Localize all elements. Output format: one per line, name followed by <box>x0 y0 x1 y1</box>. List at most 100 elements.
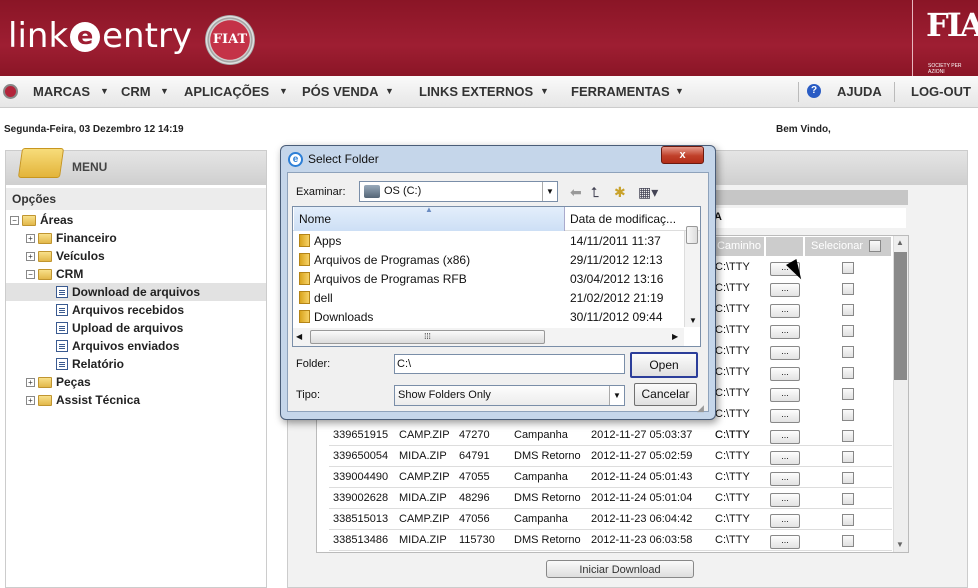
view-menu-icon[interactable]: ▦▾ <box>638 184 658 201</box>
folder-name: Apps <box>314 234 342 248</box>
new-folder-icon[interactable]: ✱ <box>614 184 626 201</box>
row-select-checkbox[interactable] <box>842 367 854 379</box>
row-select-checkbox[interactable] <box>842 409 854 421</box>
browse-path-button[interactable]: ... <box>770 535 800 549</box>
resize-grip-icon[interactable]: ◢ <box>697 403 704 414</box>
scroll-down-icon[interactable]: ▼ <box>689 316 697 325</box>
close-button[interactable]: x <box>661 146 704 164</box>
scroll-up-icon[interactable]: ▲ <box>896 238 904 247</box>
nav-pos-venda[interactable]: PÓS VENDA <box>302 84 379 99</box>
folder-name: Arquivos de Programas (x86) <box>314 253 471 267</box>
row-select-checkbox[interactable] <box>842 472 854 484</box>
cell-caminho: C:\TTY <box>715 492 750 504</box>
row-select-checkbox[interactable] <box>842 535 854 547</box>
row-select-checkbox[interactable] <box>842 304 854 316</box>
expand-icon[interactable]: + <box>26 395 35 405</box>
tree-item-financeiro[interactable]: + Financeiro <box>6 229 266 247</box>
link-e-entry-logo: link e entry <box>8 16 192 56</box>
look-in-dropdown[interactable]: OS (C:) ▼ <box>359 181 558 202</box>
nav-marcas[interactable]: MARCAS <box>33 84 90 99</box>
document-icon <box>56 304 68 316</box>
nav-aplicacoes[interactable]: APLICAÇÕES <box>184 84 269 99</box>
row-select-checkbox[interactable] <box>842 430 854 442</box>
expand-icon[interactable]: + <box>26 251 35 261</box>
collapse-icon[interactable]: − <box>10 215 19 225</box>
row-select-checkbox[interactable] <box>842 346 854 358</box>
scroll-right-icon[interactable]: ▶ <box>672 332 678 341</box>
folder-list-hscroll-thumb[interactable]: ⁞⁞⁞ <box>310 330 545 344</box>
open-button[interactable]: Open <box>630 352 698 378</box>
nav-links-externos[interactable]: LINKS EXTERNOS <box>419 84 533 99</box>
scroll-down-icon[interactable]: ▼ <box>896 540 904 549</box>
folder-list-scrollbar[interactable] <box>684 231 700 327</box>
chevron-down-icon[interactable]: ▼ <box>540 86 549 96</box>
cell-caminho: C:\TTY <box>715 534 750 546</box>
row-select-checkbox[interactable] <box>842 283 854 295</box>
chevron-down-icon[interactable]: ▼ <box>279 86 288 96</box>
tree-item-assist-tecnica[interactable]: + Assist Técnica <box>6 391 266 409</box>
folder-list-scroll-thumb[interactable] <box>686 226 698 244</box>
tree-item-pecas[interactable]: + Peças <box>6 373 266 391</box>
row-select-checkbox[interactable] <box>842 325 854 337</box>
cell-date: 2012-11-23 06:03:58 <box>591 534 693 546</box>
browse-path-button[interactable]: ... <box>770 388 800 402</box>
expand-icon[interactable]: + <box>26 377 35 387</box>
browse-path-button[interactable]: ... <box>770 493 800 507</box>
chevron-down-icon[interactable]: ▼ <box>100 86 109 96</box>
collapse-icon[interactable]: − <box>26 269 35 279</box>
scroll-left-icon[interactable]: ◀ <box>296 332 302 341</box>
folder-date: 14/11/2011 11:37 <box>570 234 661 248</box>
nav-ferramentas[interactable]: FERRAMENTAS <box>571 84 670 99</box>
cell-caminho: C:\TTY <box>715 366 750 378</box>
tree-item-crm[interactable]: − CRM <box>6 265 266 283</box>
row-select-checkbox[interactable] <box>842 493 854 505</box>
up-folder-icon[interactable]: ⮤ <box>591 184 599 201</box>
tree-item-areas[interactable]: − Áreas <box>6 211 266 229</box>
chevron-down-icon[interactable]: ▼ <box>160 86 169 96</box>
row-select-checkbox[interactable] <box>842 451 854 463</box>
chevron-down-icon[interactable]: ▼ <box>542 182 557 201</box>
table-scrollbar-thumb[interactable] <box>894 252 907 380</box>
nav-ajuda[interactable]: AJUDA <box>837 84 882 99</box>
browse-path-button[interactable]: ... <box>770 346 800 360</box>
column-data-modificacao[interactable]: Data de modificaç... <box>566 207 676 231</box>
help-icon[interactable]: ? <box>807 84 821 98</box>
row-select-checkbox[interactable] <box>842 262 854 274</box>
browse-path-button[interactable]: ... <box>770 325 800 339</box>
select-all-checkbox[interactable] <box>869 240 881 252</box>
row-select-checkbox[interactable] <box>842 388 854 400</box>
chevron-down-icon[interactable]: ▼ <box>609 386 624 405</box>
logo-part-right: entry <box>102 16 193 56</box>
cancel-button[interactable]: Cancelar <box>634 383 697 406</box>
browse-path-button[interactable]: ... <box>770 451 800 465</box>
cell-caminho: C:\TTY <box>715 513 750 525</box>
back-arrow-icon[interactable]: ⬅ <box>570 184 582 201</box>
expand-icon[interactable]: + <box>26 233 35 243</box>
nav-crm[interactable]: CRM <box>121 84 151 99</box>
browse-path-button[interactable]: ... <box>770 430 800 444</box>
cell-caminho: C:\TTY <box>715 345 750 357</box>
folder-icon <box>38 376 52 388</box>
nav-logout[interactable]: LOG-OUT <box>911 84 971 99</box>
start-download-button[interactable]: Iniciar Download <box>546 560 694 578</box>
tree-item-arquivos-recebidos[interactable]: Arquivos recebidos <box>6 301 266 319</box>
browse-path-button[interactable]: ... <box>770 304 800 318</box>
tree-item-veiculos[interactable]: + Veículos <box>6 247 266 265</box>
browse-path-button[interactable]: ... <box>770 367 800 381</box>
folder-input[interactable]: C:\ <box>394 354 625 374</box>
cell-size: 47056 <box>459 513 490 525</box>
browse-path-button[interactable]: ... <box>770 472 800 486</box>
folder-icon <box>299 234 310 247</box>
browse-path-button[interactable]: ... <box>770 514 800 528</box>
browse-path-button[interactable]: ... <box>770 409 800 423</box>
tree-label: Áreas <box>40 213 74 227</box>
type-select[interactable]: Show Folders Only ▼ <box>394 385 625 406</box>
tree-item-arquivos-enviados[interactable]: Arquivos enviados <box>6 337 266 355</box>
chevron-down-icon[interactable]: ▼ <box>675 86 684 96</box>
tree-item-relatorio[interactable]: Relatório <box>6 355 266 373</box>
tree-item-upload-de-arquivos[interactable]: Upload de arquivos <box>6 319 266 337</box>
chevron-down-icon[interactable]: ▼ <box>385 86 394 96</box>
row-select-checkbox[interactable] <box>842 514 854 526</box>
browse-path-button[interactable]: ... <box>770 283 800 297</box>
tree-item-download-de-arquivos[interactable]: Download de arquivos <box>6 283 266 301</box>
